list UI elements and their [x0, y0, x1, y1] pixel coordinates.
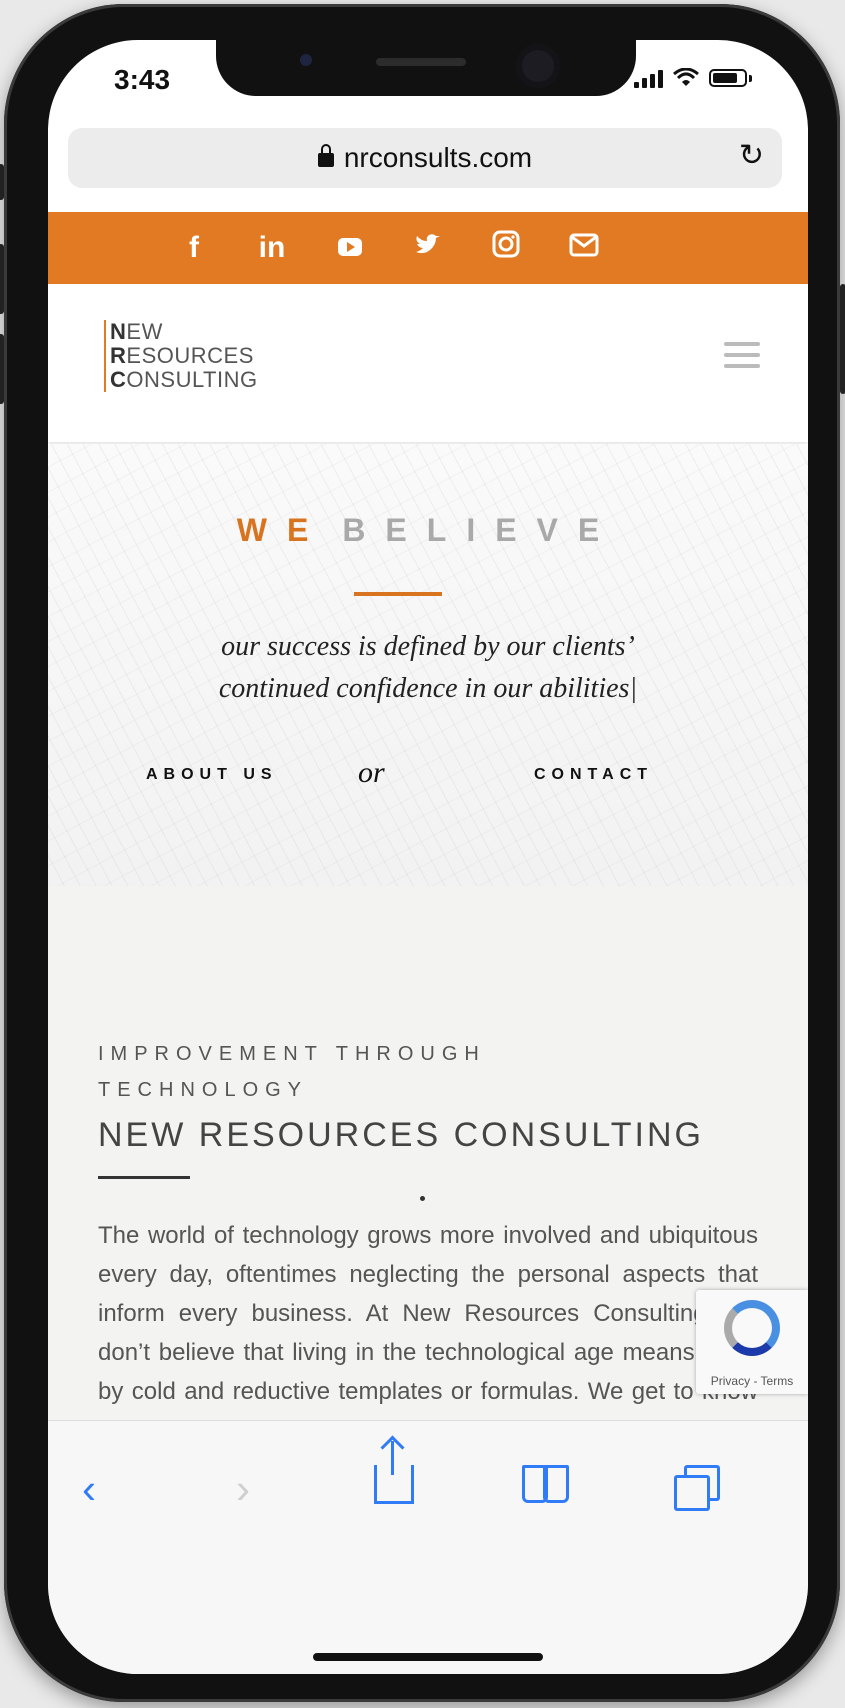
wifi-icon: [673, 68, 699, 86]
facebook-icon[interactable]: f: [177, 231, 211, 265]
hero-links: ABOUT US or CONTACT: [48, 756, 808, 796]
mute-switch: [0, 164, 4, 200]
twitter-icon[interactable]: [411, 231, 445, 265]
back-icon[interactable]: ‹: [82, 1465, 96, 1513]
screen: 3:43 nrconsults.com ↻ f in NEW RESOURCES…: [48, 40, 808, 1674]
status-time: 3:43: [114, 64, 171, 95]
recaptcha-badge[interactable]: Privacy - Terms: [696, 1290, 808, 1394]
lock-icon: [317, 144, 334, 167]
section-body: The world of technology grows more invol…: [98, 1222, 758, 1444]
section-eyebrow: IMPROVEMENT THROUGH TECHNOLOGY: [98, 1043, 486, 1101]
hero-title: WE BELIEVE: [236, 512, 620, 548]
logo[interactable]: NEW RESOURCES CONSULTING: [104, 320, 258, 392]
decorative-dot: [420, 1196, 425, 1201]
volume-up-button: [0, 244, 4, 314]
section-heading: NEW RESOURCES CONSULTING: [98, 1116, 704, 1154]
address-bar[interactable]: nrconsults.com ↻: [68, 128, 782, 188]
status-icons: [634, 68, 752, 88]
home-indicator[interactable]: [313, 1653, 543, 1661]
recaptcha-icon: [724, 1300, 780, 1356]
about-us-link[interactable]: ABOUT US: [146, 766, 278, 784]
url-text: nrconsults.com: [343, 142, 533, 173]
sensor-dot: [300, 54, 312, 66]
phone-frame: 3:43 nrconsults.com ↻ f in NEW RESOURCES…: [0, 4, 845, 1702]
recaptcha-links[interactable]: Privacy - Terms: [696, 1374, 808, 1388]
browser-toolbar: ‹ ›: [48, 1420, 808, 1674]
email-icon[interactable]: [567, 231, 601, 265]
hero-section: WE BELIEVE our success is defined by our …: [48, 444, 808, 886]
hero-quote: our success is defined by our clients’ c…: [218, 631, 638, 704]
bookmarks-icon[interactable]: [522, 1465, 569, 1503]
hero-divider: [354, 592, 442, 596]
share-icon[interactable]: [374, 1441, 414, 1504]
social-bar: f in: [48, 212, 808, 284]
reload-icon[interactable]: ↻: [739, 138, 764, 173]
menu-icon[interactable]: [724, 342, 760, 375]
forward-icon[interactable]: ›: [236, 1465, 250, 1513]
battery-icon: [709, 69, 747, 87]
youtube-icon[interactable]: [333, 231, 367, 265]
tabs-icon[interactable]: [674, 1465, 720, 1511]
power-button: [840, 284, 845, 394]
site-header: NEW RESOURCES CONSULTING: [48, 284, 808, 442]
speaker-grille: [376, 58, 466, 66]
front-camera: [516, 44, 560, 88]
contact-link[interactable]: CONTACT: [534, 766, 653, 784]
linkedin-icon[interactable]: in: [255, 231, 289, 265]
instagram-icon[interactable]: [489, 230, 523, 266]
volume-down-button: [0, 334, 4, 404]
notch: [216, 40, 636, 96]
or-text: or: [358, 756, 385, 789]
signal-icon: [634, 68, 663, 88]
section-divider: [98, 1176, 190, 1179]
